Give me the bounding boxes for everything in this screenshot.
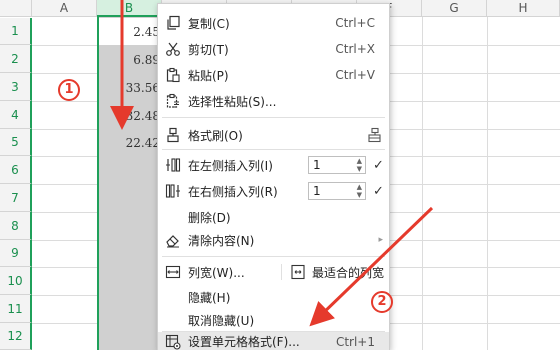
insert-column-left-count-input[interactable]: 1 ▲ ▼ — [308, 156, 366, 174]
cell-b3[interactable]: 33.56 — [99, 81, 160, 95]
menu-separator — [162, 117, 385, 118]
copy-icon — [167, 15, 180, 30]
menu-item-cut-label: 剪切(T) — [188, 42, 229, 57]
menu-item-delete-label: 删除(D) — [188, 210, 231, 225]
scissors-icon — [166, 42, 180, 56]
menu-vertical-separator — [281, 264, 282, 280]
best-fit-icon — [291, 264, 305, 280]
column-header-b[interactable]: B — [97, 0, 162, 17]
insert-column-right-count-input[interactable]: 1 ▲ ▼ — [308, 182, 366, 200]
row-header-6[interactable]: 6 — [0, 156, 32, 184]
format-brush-icon — [167, 127, 179, 143]
submenu-arrow-icon: ▸ — [378, 235, 383, 245]
menu-item-paste-label: 粘贴(P) — [188, 68, 229, 83]
row-header-2[interactable]: 2 — [0, 45, 32, 73]
menu-item-insert-column-right-label: 在右侧插入列(R) — [188, 184, 278, 199]
step-1-badge: 1 — [58, 79, 80, 101]
row-header-9[interactable]: 9 — [0, 240, 32, 267]
menu-item-insert-column-left-label: 在左侧插入列(I) — [188, 158, 273, 173]
best-fit-column-width-button[interactable]: 最适合的列宽 — [290, 263, 384, 281]
paste-icon — [166, 67, 180, 83]
best-fit-column-width-label: 最适合的列宽 — [312, 265, 385, 280]
eraser-icon — [166, 235, 179, 248]
menu-item-format-painter[interactable]: 格式刷(O) — [158, 122, 389, 148]
check-icon[interactable]: ✓ — [373, 158, 384, 173]
insert-column-left-count-value: 1 — [313, 158, 321, 172]
menu-item-insert-column-right[interactable]: 在右侧插入列(R) 1 ▲ ▼ ✓ — [158, 178, 389, 204]
menu-item-clear-contents[interactable]: 清除内容(N) ▸ — [158, 227, 389, 253]
menu-separator — [162, 149, 385, 150]
menu-item-copy-shortcut: Ctrl+C — [335, 16, 375, 30]
menu-item-column-width-label: 列宽(W)... — [188, 265, 245, 280]
paste-special-icon — [166, 93, 179, 108]
row-header-7[interactable]: 7 — [0, 184, 32, 212]
menu-item-cut-shortcut: Ctrl+X — [335, 42, 375, 56]
row-header-11[interactable]: 11 — [0, 295, 32, 323]
menu-item-insert-column-left[interactable]: 在左侧插入列(I) 1 ▲ ▼ ✓ — [158, 152, 389, 178]
row-header-8[interactable]: 8 — [0, 212, 32, 240]
row-header-3[interactable]: 3 — [0, 73, 32, 101]
menu-item-format-cells-shortcut: Ctrl+1 — [335, 334, 375, 349]
menu-item-hide-label: 隐藏(H) — [188, 290, 231, 305]
cell-b4[interactable]: 32.48 — [99, 109, 160, 123]
menu-item-copy[interactable]: 复制(C) Ctrl+C — [158, 10, 389, 36]
select-all-corner[interactable] — [0, 0, 32, 17]
row-header-5[interactable]: 5 — [0, 129, 32, 156]
menu-item-clear-contents-label: 清除内容(N) — [188, 233, 255, 248]
menu-item-paste-special-label: 选择性粘贴(S)... — [188, 94, 277, 109]
cell-b5[interactable]: 22.42 — [99, 136, 160, 150]
column-width-icon — [165, 265, 181, 279]
menu-separator — [162, 256, 385, 257]
row-header-12[interactable]: 12 — [0, 323, 32, 350]
check-icon[interactable]: ✓ — [373, 184, 384, 199]
context-menu: 复制(C) Ctrl+C 剪切(T) Ctrl+X 粘贴(P) Ctrl+V 选… — [157, 3, 390, 350]
row-header-4[interactable]: 4 — [0, 101, 32, 129]
row-header-1[interactable]: 1 — [0, 18, 32, 45]
menu-item-unhide[interactable]: 取消隐藏(U) — [158, 307, 389, 333]
step-2-badge: 2 — [371, 291, 393, 313]
spinner-arrows-icon[interactable]: ▲ ▼ — [357, 183, 362, 199]
column-header-g[interactable]: G — [422, 0, 487, 17]
menu-item-copy-label: 复制(C) — [188, 16, 230, 31]
menu-item-format-cells[interactable]: 设置单元格格式(F)... Ctrl+1 — [158, 332, 389, 350]
row-header-10[interactable]: 10 — [0, 267, 32, 295]
insert-column-right-count-value: 1 — [313, 184, 321, 198]
menu-item-format-painter-label: 格式刷(O) — [188, 128, 243, 143]
menu-item-paste-shortcut: Ctrl+V — [335, 68, 375, 82]
menu-item-unhide-label: 取消隐藏(U) — [188, 313, 255, 328]
menu-item-paste[interactable]: 粘贴(P) Ctrl+V — [158, 62, 389, 88]
format-cells-icon — [165, 334, 181, 350]
menu-item-cut[interactable]: 剪切(T) Ctrl+X — [158, 36, 389, 62]
cell-b2[interactable]: 6.89 — [99, 53, 160, 67]
column-header-a[interactable]: A — [32, 0, 97, 17]
spinner-arrows-icon[interactable]: ▲ ▼ — [357, 157, 362, 173]
menu-item-column-width[interactable]: 列宽(W)... 最适合的列宽 — [158, 259, 389, 285]
menu-item-format-cells-label: 设置单元格格式(F)... — [188, 335, 300, 349]
format-brush-picker-icon[interactable] — [366, 127, 382, 143]
insert-column-left-icon — [166, 158, 181, 172]
cell-b1[interactable]: 2.45 — [99, 25, 160, 39]
insert-column-right-icon — [165, 184, 180, 198]
column-header-h[interactable]: H — [487, 0, 560, 17]
menu-item-paste-special[interactable]: 选择性粘贴(S)... — [158, 88, 389, 114]
